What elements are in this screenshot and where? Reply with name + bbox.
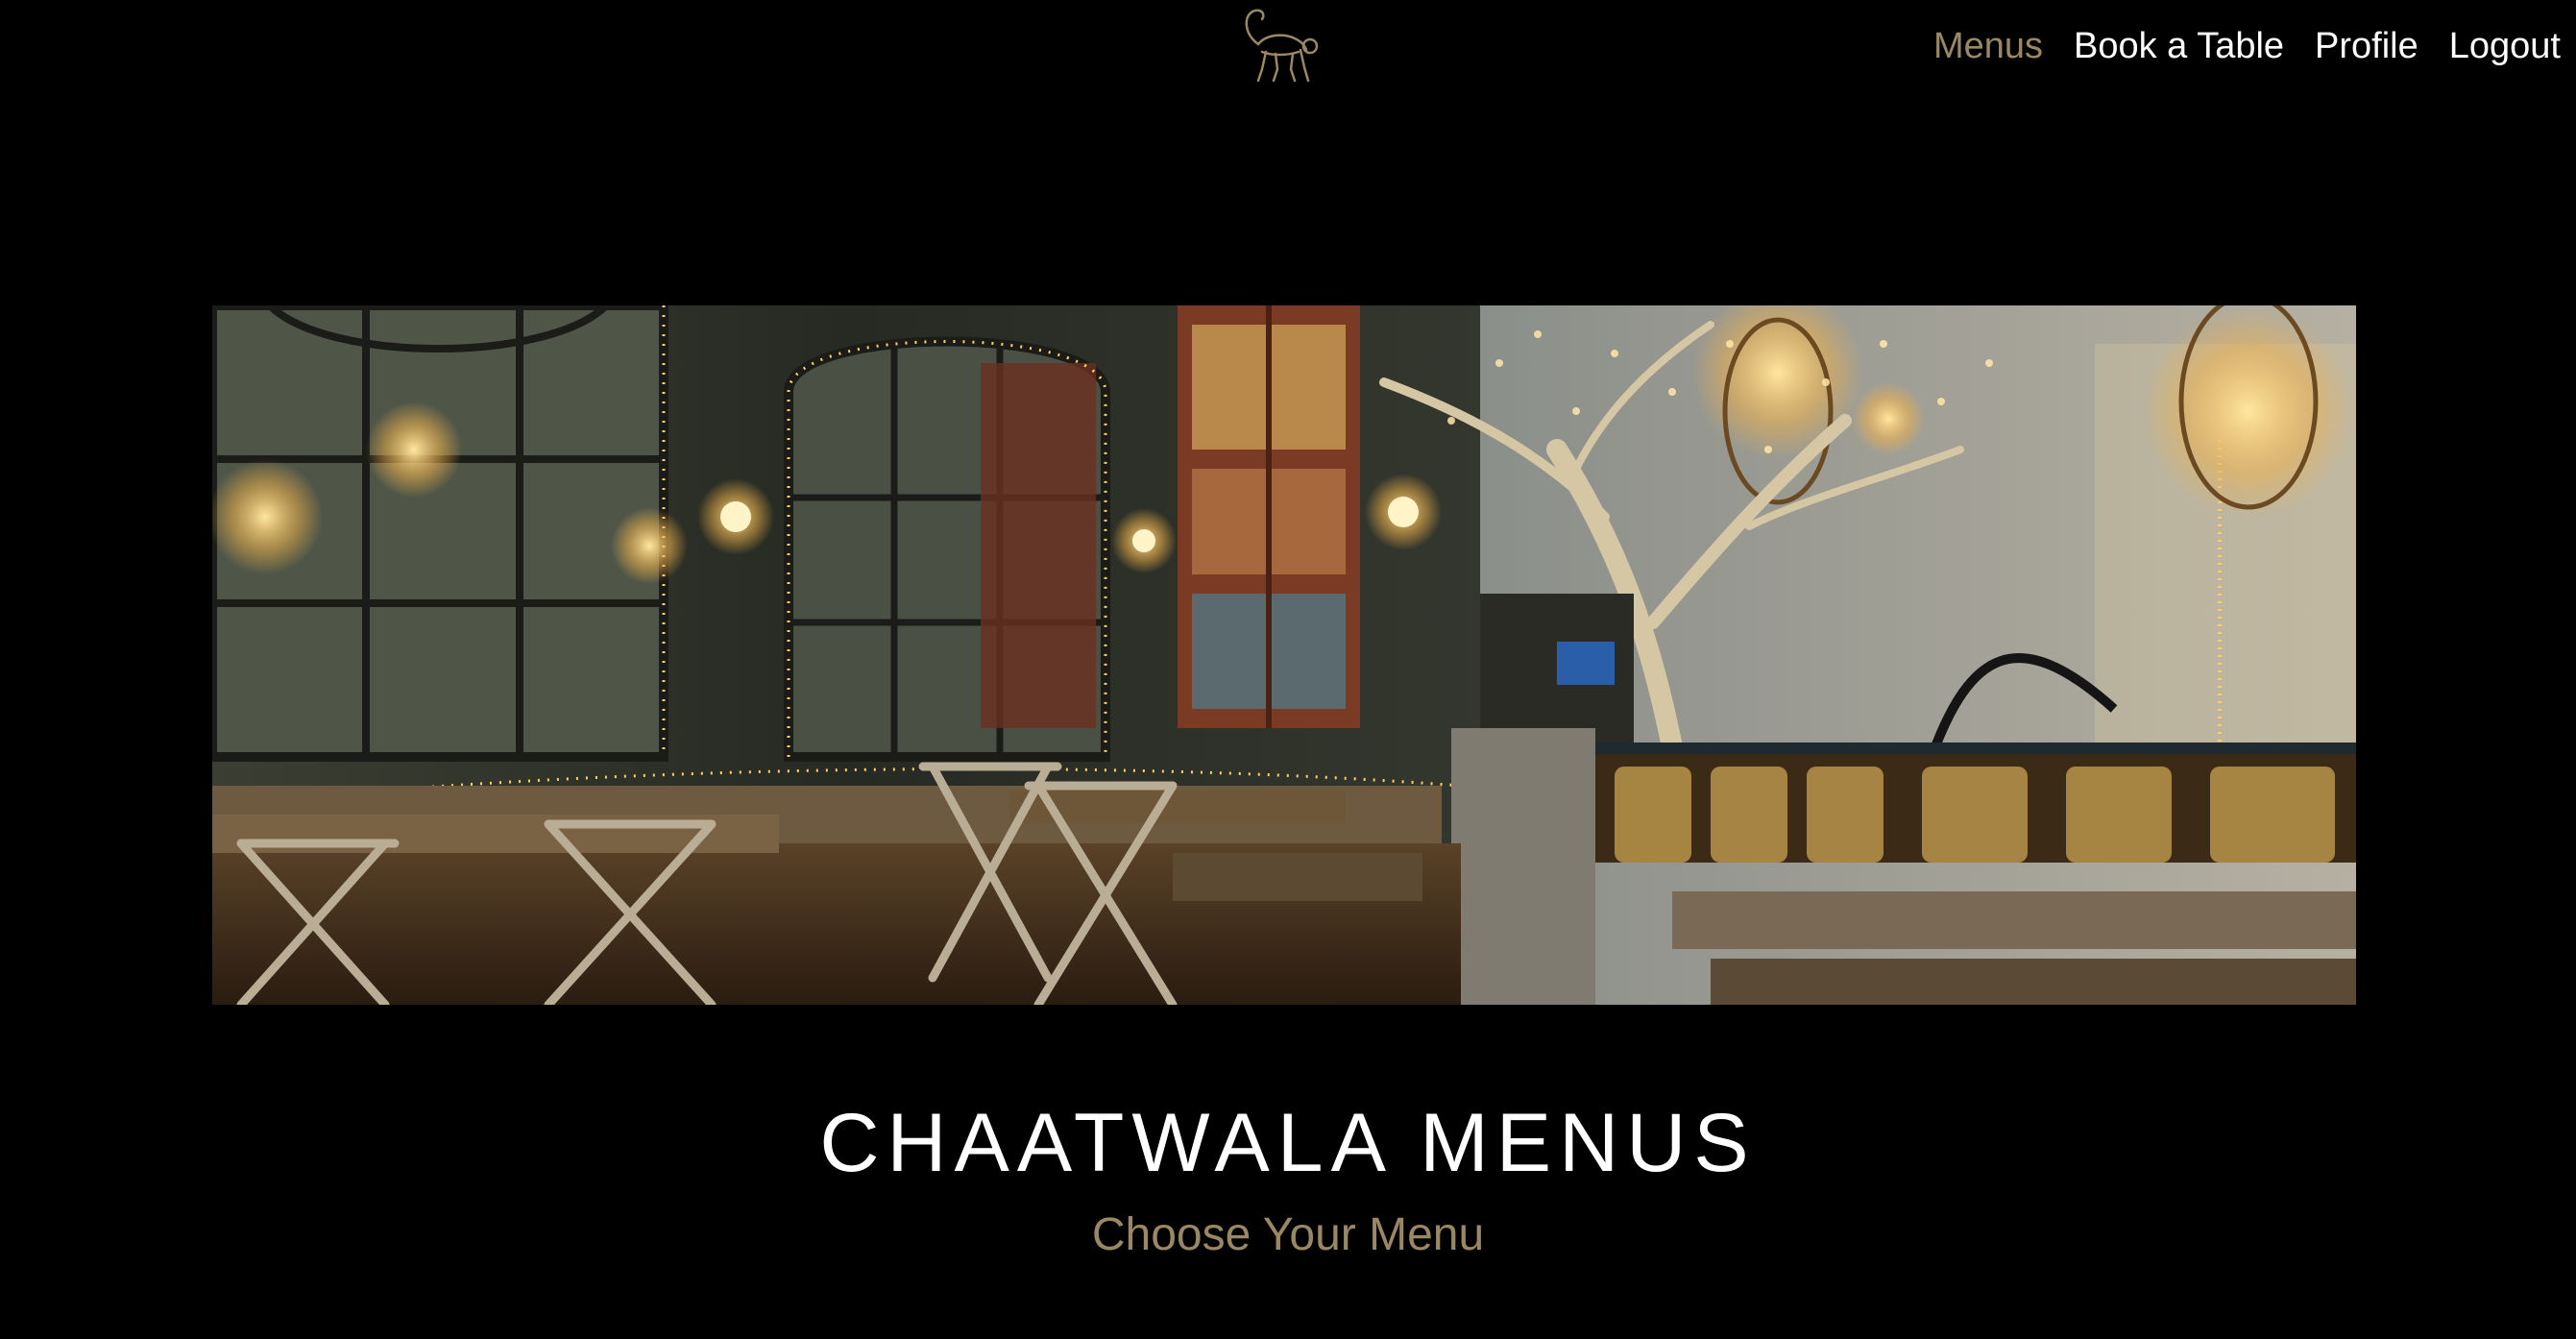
nav-link-menus[interactable]: Menus bbox=[1933, 21, 2043, 71]
page-title: CHAATWALA MENUS bbox=[819, 1097, 1757, 1189]
site-header: Menus Book a Table Profile Logout bbox=[0, 0, 2576, 96]
page-subtitle: Choose Your Menu bbox=[1091, 1209, 1485, 1260]
main-nav: Menus Book a Table Profile Logout bbox=[1933, 21, 2561, 71]
nav-link-logout[interactable]: Logout bbox=[2449, 21, 2561, 71]
hero-image bbox=[212, 305, 2356, 1005]
nav-link-profile[interactable]: Profile bbox=[2315, 21, 2418, 71]
nav-link-book-a-table[interactable]: Book a Table bbox=[2074, 21, 2284, 71]
monkey-logo-icon[interactable] bbox=[1237, 6, 1325, 86]
restaurant-interior-illustration bbox=[212, 305, 2356, 1005]
